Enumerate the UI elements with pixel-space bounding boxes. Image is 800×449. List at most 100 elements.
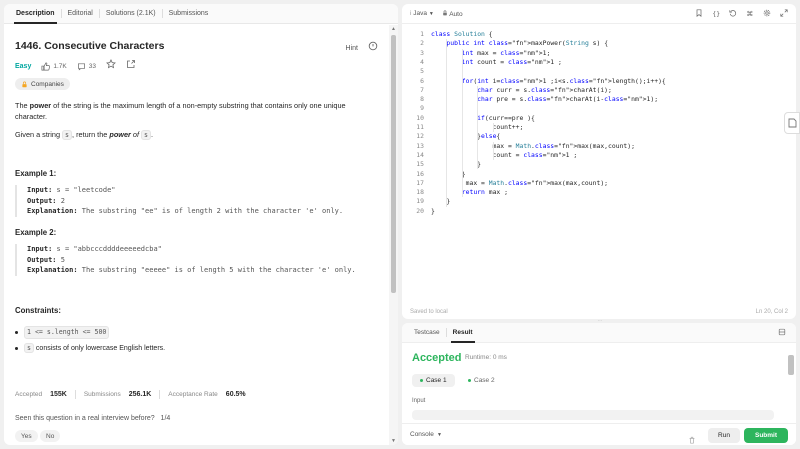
tab-result[interactable]: Result	[447, 323, 479, 343]
tab-solutions[interactable]: Solutions (2.1K)	[100, 4, 162, 24]
tab-editorial[interactable]: Editorial	[62, 4, 99, 24]
description-scrollbar[interactable]: ▲ ▼	[389, 25, 398, 445]
desc-text: Given a string	[15, 130, 63, 139]
explanation-text: The substring "ee" is of length 2 with t…	[81, 207, 344, 215]
problem-stats: Accepted 155K Submissions 256.1K Accepta…	[15, 390, 246, 399]
accepted-label: Accepted	[15, 391, 43, 398]
trash-icon[interactable]	[688, 431, 696, 445]
description-panel: Description Editorial Solutions (2.1K) S…	[4, 4, 398, 445]
braces-icon[interactable]: {}	[712, 9, 720, 19]
desc-bold: power	[109, 130, 131, 139]
comment-icon	[77, 62, 85, 70]
problem-title: 1446. Consecutive Characters	[15, 40, 165, 52]
tab-testcase[interactable]: Testcase	[408, 323, 446, 343]
scroll-up-arrow[interactable]: ▲	[390, 26, 397, 32]
code-text: }	[431, 160, 482, 169]
constraint-item: 1 <= s.length <= 500	[15, 326, 110, 339]
command-icon[interactable]: ⌘	[746, 9, 754, 19]
code-line[interactable]: 1 class Solution {	[402, 30, 796, 39]
console-label: Console	[410, 431, 434, 438]
runtime-text: Runtime: 0 ms	[465, 354, 507, 361]
explanation-text: The substring "eeeee" is of length 5 wit…	[81, 266, 356, 274]
interview-question-text: Seen this question in a real interview b…	[15, 415, 155, 422]
result-panel: Testcase Result Accepted Runtime: 0 ms C…	[402, 323, 796, 445]
explanation-label: Explanation:	[27, 266, 78, 274]
output-label: Output:	[27, 255, 57, 264]
code-text: char curr = s.class="fn">charAt(i);	[477, 85, 612, 94]
side-notes-button[interactable]	[784, 112, 800, 134]
code-area[interactable]: 1 class Solution {2 public int class="fn"…	[402, 30, 796, 305]
submit-button[interactable]: Submit	[744, 428, 788, 443]
inline-code: s	[141, 130, 151, 140]
lock-icon	[22, 81, 27, 87]
code-line[interactable]: 2 public int class="fn">maxPower(String …	[402, 39, 796, 48]
expand-icon[interactable]	[780, 9, 788, 19]
run-button[interactable]: Run	[708, 428, 740, 443]
result-scrollbar[interactable]	[788, 351, 794, 423]
companies-label: Companies	[31, 80, 64, 88]
like-button[interactable]: 1.7K	[41, 61, 67, 72]
explanation-label: Explanation:	[27, 207, 78, 215]
code-text: for(int i=class="nm">1 ;i<s.class="fn">l…	[461, 76, 666, 85]
line-number: 19	[416, 197, 424, 206]
tab-description[interactable]: Description	[10, 4, 61, 24]
case-1-tab[interactable]: Case 1	[412, 374, 455, 387]
hint-link[interactable]: Hint	[346, 43, 358, 54]
expand-panel-icon[interactable]	[778, 328, 786, 338]
companies-chip[interactable]: Companies	[15, 78, 70, 90]
like-count: 1.7K	[53, 62, 67, 70]
desc-text: of the string is the maximum length of a…	[15, 101, 346, 121]
line-number: 7	[420, 85, 424, 94]
language-select[interactable]: i Java ▼	[410, 10, 434, 17]
yes-button[interactable]: Yes	[15, 430, 38, 442]
line-number: 5	[420, 67, 424, 76]
example-2-block: Input: s = "abbcccddddeeeeedcba" Output:…	[15, 244, 375, 276]
line-number: 16	[416, 169, 424, 178]
title-row: 1446. Consecutive Characters Hint	[15, 41, 378, 55]
scroll-down-arrow[interactable]: ▼	[390, 438, 397, 444]
line-number: 12	[416, 132, 424, 141]
interview-count: 1/4	[160, 415, 171, 422]
mode-select[interactable]: Auto	[442, 9, 463, 18]
output-value: 2	[60, 196, 65, 205]
case-2-label: Case 2	[474, 377, 495, 384]
share-icon[interactable]	[126, 59, 136, 73]
line-number: 15	[416, 160, 424, 169]
code-text: count = class="nm">1 ;	[492, 150, 578, 159]
scrollbar-thumb[interactable]	[788, 355, 794, 375]
code-text: char pre = s.class="fn">charAt(i-class="…	[477, 95, 659, 104]
line-number: 1	[420, 30, 424, 38]
acceptance-rate: 60.5%	[225, 391, 246, 398]
reset-icon[interactable]	[729, 9, 737, 19]
output-label: Output:	[27, 196, 57, 205]
stat-separator	[159, 390, 161, 399]
code-text: class Solution {	[431, 30, 493, 38]
code-text: return max ;	[461, 188, 508, 197]
gear-icon[interactable]	[763, 9, 771, 19]
code-text: max = Math.class="fn">max(max,count);	[431, 178, 609, 187]
comment-count: 33	[88, 62, 96, 70]
comments-button[interactable]: 33	[77, 61, 96, 72]
bookmark-icon[interactable]	[695, 9, 703, 19]
acceptance-rate-label: Acceptance Rate	[168, 391, 218, 398]
tab-submissions[interactable]: Submissions	[163, 4, 215, 24]
line-number: 11	[416, 123, 424, 131]
line-number: 8	[420, 95, 424, 104]
scrollbar-thumb[interactable]	[391, 35, 396, 293]
no-button[interactable]: No	[40, 430, 61, 442]
constraint-text: consists of only lowercase English lette…	[33, 345, 166, 352]
star-icon[interactable]	[106, 59, 116, 73]
difficulty-badge: Easy	[15, 62, 32, 70]
code-line[interactable]: 19 }	[402, 197, 796, 206]
console-toggle[interactable]: Console ▼	[410, 431, 442, 438]
inline-code: s	[62, 130, 73, 140]
line-number: 4	[420, 57, 424, 66]
pass-dot	[420, 379, 423, 382]
input-value: s = "leetcode"	[56, 186, 116, 194]
editor-toolbar: i Java ▼ Auto {} ⌘	[402, 4, 796, 24]
desc-text: The	[15, 101, 30, 110]
problem-meta: Easy 1.7K 33	[15, 59, 136, 73]
case-2-tab[interactable]: Case 2	[460, 374, 503, 387]
code-line[interactable]: 20}	[402, 207, 796, 216]
settings-circle-icon[interactable]	[368, 41, 378, 54]
